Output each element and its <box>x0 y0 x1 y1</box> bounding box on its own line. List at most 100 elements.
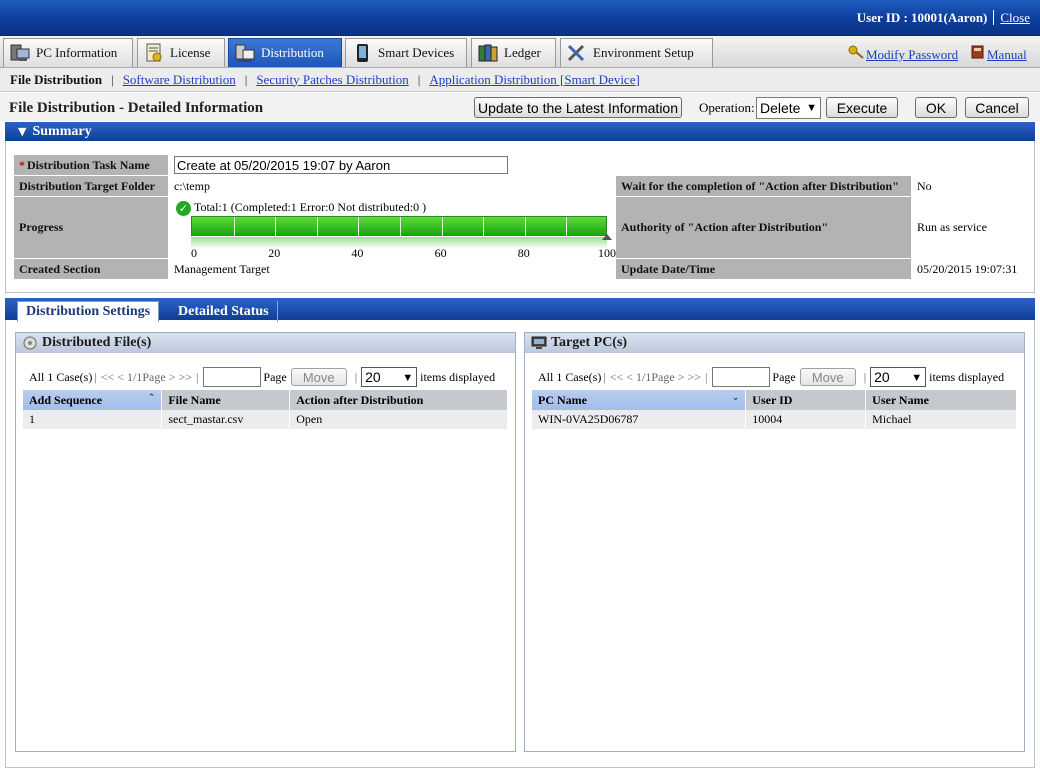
pager-separator: | <box>354 369 358 384</box>
files-table: Add Sequence ⌃ File Name Action after Dis… <box>23 390 508 429</box>
manual-link[interactable]: Manual <box>971 45 1027 63</box>
pager-separator: | <box>94 369 97 384</box>
files-count-value: 20 <box>365 369 381 385</box>
pager-separator: | <box>603 369 606 384</box>
files-count-select[interactable]: 20 ▼ <box>361 367 418 387</box>
distribution-icon <box>233 42 257 64</box>
created-label: Created Section <box>13 258 169 280</box>
tab-label: Distribution <box>261 45 324 60</box>
distributed-files-title: Distributed File(s) <box>42 335 152 350</box>
tools-icon <box>565 42 589 64</box>
progress-tick-label: 0 <box>191 246 197 260</box>
tab-pc-information[interactable]: PC Information <box>3 38 133 67</box>
progress-gridline <box>358 217 360 237</box>
tab-distribution[interactable]: Distribution <box>228 38 342 67</box>
sub-nav: File Distribution | Software Distributio… <box>0 68 1040 92</box>
pcs-count-select[interactable]: 20 ▼ <box>870 367 927 387</box>
task-name-cell: Create at 05/20/2015 19:07 by Aaron <box>167 154 1029 176</box>
progress-label: Progress <box>13 196 169 259</box>
execute-button[interactable]: Execute <box>826 97 898 118</box>
progress-tick-label: 40 <box>351 246 364 260</box>
progress-gridline <box>441 217 443 237</box>
pager-separator: | <box>863 369 867 384</box>
col-user-name[interactable]: User Name <box>865 390 1017 410</box>
progress-gridline <box>524 217 526 237</box>
pcs-page-label: Page <box>772 369 796 384</box>
files-move-button[interactable]: Move <box>290 368 347 386</box>
progress-text: Total:1 (Completed:1 Error:0 Not distrib… <box>193 200 427 214</box>
modify-password-link[interactable]: Modify Password <box>848 45 958 63</box>
summary-header[interactable]: ▼ Summary <box>5 122 1035 141</box>
progress-tick-label: 20 <box>268 246 281 260</box>
tab-label: PC Information <box>36 45 118 60</box>
ok-button[interactable]: OK <box>915 97 957 118</box>
files-case-count: All 1 Case(s) <box>29 369 93 384</box>
book-icon <box>971 45 985 63</box>
table-row[interactable]: WIN-0VA25D06787 10004 Michael <box>532 410 1017 429</box>
subnav-security-patches[interactable]: Security Patches Distribution <box>256 72 408 88</box>
col-add-sequence[interactable]: Add Sequence ⌃ <box>23 390 163 410</box>
update-button[interactable]: Update to the Latest Information <box>474 97 682 118</box>
files-page-input[interactable] <box>203 367 262 387</box>
col-file-name[interactable]: File Name <box>161 390 291 410</box>
subnav-separator: | <box>111 71 114 87</box>
tab-distribution-settings[interactable]: Distribution Settings <box>17 301 160 322</box>
progress-tick-label: 60 <box>434 246 447 260</box>
tab-environment-setup[interactable]: Environment Setup <box>560 38 713 67</box>
cell-add-sequence: 1 <box>23 410 163 429</box>
cell-pc-name: WIN-0VA25D06787 <box>532 410 747 429</box>
task-name-input[interactable]: Create at 05/20/2015 19:07 by Aaron <box>173 156 508 174</box>
folder-label: Distribution Target Folder <box>13 175 169 197</box>
page-title: File Distribution - Detailed Information <box>9 100 264 116</box>
folder-value: c:\temp <box>167 175 617 197</box>
progress-bar-reflection <box>191 237 607 249</box>
modify-password-label: Modify Password <box>866 47 959 62</box>
wait-label: Wait for the completion of "Action after… <box>615 175 912 197</box>
chevron-down-icon: ▼ <box>402 372 414 384</box>
files-page-nav[interactable]: << < 1/1Page > >> <box>101 370 192 385</box>
target-pcs-header: Target PC(s) <box>525 333 1024 353</box>
cancel-button[interactable]: Cancel <box>965 97 1029 118</box>
tab-label: Environment Setup <box>593 45 694 60</box>
authority-label: Authority of "Action after Distribution" <box>615 196 912 259</box>
tab-ledger[interactable]: Ledger <box>471 38 556 67</box>
files-items-label: items displayed <box>420 369 496 384</box>
cell-file-name: sect_mastar.csv <box>161 410 291 429</box>
subnav-application-distribution[interactable]: Application Distribution [Smart Device] <box>429 72 639 88</box>
operation-select[interactable]: Delete ▼ <box>756 97 821 119</box>
col-user-id[interactable]: User ID <box>745 390 867 410</box>
detail-tabstrip <box>5 298 1035 320</box>
progress-bar-fill <box>191 216 607 237</box>
pcs-page-input[interactable] <box>712 367 771 387</box>
authority-value: Run as service <box>910 196 1029 259</box>
tab-smart-devices[interactable]: Smart Devices <box>345 38 467 67</box>
files-pager: All 1 Case(s) | << < 1/1Page > >> | Page… <box>29 367 495 387</box>
col-pc-name[interactable]: PC Name ⌄ <box>532 390 747 410</box>
progress-summary: ✓ Total:1 (Completed:1 Error:0 Not distri… <box>175 200 427 216</box>
pcs-move-button[interactable]: Move <box>799 368 856 386</box>
pager-separator: | <box>705 369 708 384</box>
col-action-after-distribution[interactable]: Action after Distribution <box>289 390 508 410</box>
subnav-current: File Distribution <box>10 71 103 87</box>
cell-user-id: 10004 <box>745 410 867 429</box>
user-info: User ID : 10001(Aaron) Close <box>857 10 1030 26</box>
subnav-separator: | <box>417 71 421 87</box>
pcs-case-count: All 1 Case(s) <box>538 369 602 384</box>
pcs-page-nav[interactable]: << < 1/1Page > >> <box>610 370 701 385</box>
operation-label: Operation: <box>699 100 755 115</box>
progress-bar: 0 20 40 60 80 100 <box>191 216 621 264</box>
sort-asc-icon: ⌃ <box>147 392 156 403</box>
table-row[interactable]: 1 sect_mastar.csv Open <box>23 410 508 429</box>
tab-license[interactable]: License <box>137 38 225 67</box>
close-link[interactable]: Close <box>993 10 1030 25</box>
files-page-label: Page <box>263 369 287 384</box>
target-pcs-title: Target PC(s) <box>551 335 628 350</box>
target-pcs-pane: Target PC(s) All 1 Case(s) | << < 1/1Pag… <box>524 332 1025 752</box>
update-time-value: 05/20/2015 19:07:31 <box>910 258 1029 280</box>
update-time-label: Update Date/Time <box>615 258 912 280</box>
tab-detailed-status[interactable]: Detailed Status <box>170 301 278 322</box>
progress-gridline <box>233 217 235 237</box>
summary-title: Summary <box>32 123 92 139</box>
chevron-down-icon: ▼ <box>806 102 817 114</box>
subnav-software-distribution[interactable]: Software Distribution <box>123 72 236 88</box>
